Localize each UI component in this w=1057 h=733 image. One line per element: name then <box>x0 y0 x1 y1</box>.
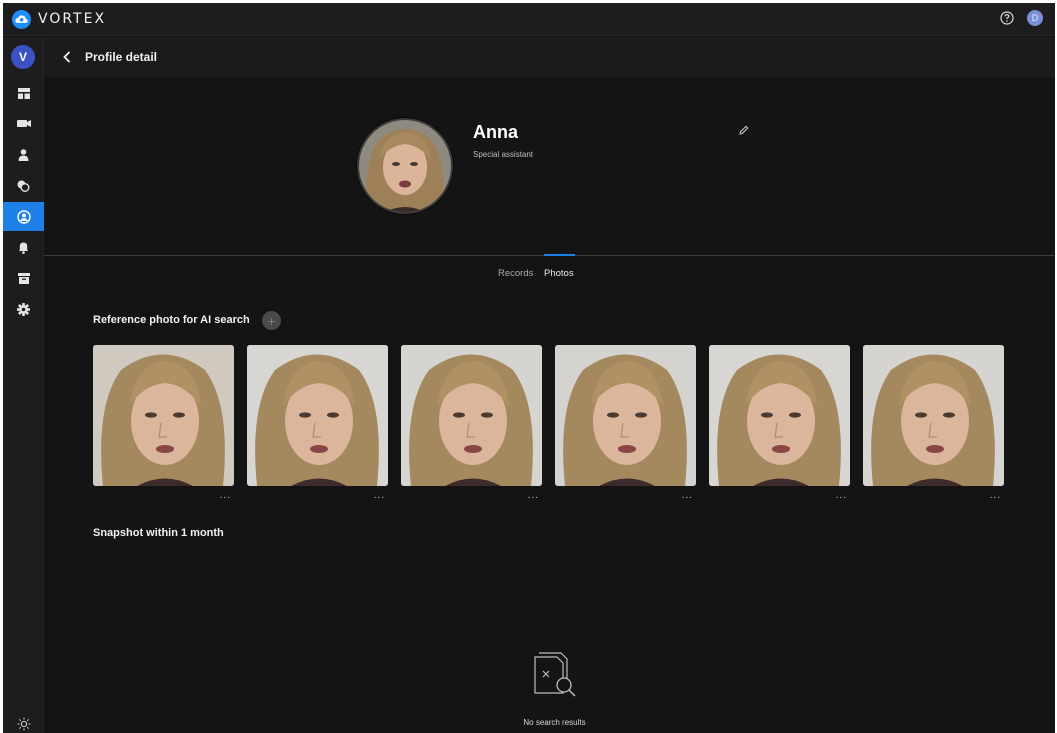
empty-state: No search results <box>492 649 617 727</box>
sidebar: V <box>3 37 44 733</box>
sidebar-item-archive[interactable] <box>3 264 44 293</box>
reference-photo[interactable] <box>93 345 234 486</box>
pencil-icon <box>739 125 749 135</box>
gear-icon <box>17 303 30 316</box>
photo-more-button[interactable]: ... <box>401 490 542 501</box>
edit-profile-button[interactable] <box>737 123 751 137</box>
sun-icon <box>17 717 30 731</box>
faces-icon <box>17 180 30 192</box>
sidebar-item-faces[interactable] <box>3 171 44 200</box>
reference-photo-title: Reference photo for AI search <box>93 314 250 326</box>
app-window: VORTEX D V Profile detail Anna Special a… <box>3 3 1055 733</box>
chevron-left-icon <box>63 51 71 63</box>
reference-photo[interactable] <box>401 345 542 486</box>
photo-more-button[interactable]: ... <box>555 490 696 501</box>
snapshot-title: Snapshot within 1 month <box>93 527 224 539</box>
tab-records[interactable]: Records <box>498 268 533 279</box>
sidebar-item-people[interactable] <box>3 140 44 169</box>
profile-summary: Anna Special assistant <box>44 77 1055 255</box>
page-header: Profile detail <box>44 37 1055 77</box>
person-icon <box>18 148 29 161</box>
brand[interactable]: VORTEX <box>12 9 107 29</box>
dashboard-icon <box>17 88 30 99</box>
sidebar-item-alerts[interactable] <box>3 233 44 262</box>
workspace-avatar[interactable]: V <box>11 45 35 69</box>
profile-name: Anna <box>473 122 518 142</box>
profile-role: Special assistant <box>473 150 534 159</box>
user-avatar[interactable]: D <box>1027 10 1043 26</box>
photo-more-button[interactable]: ... <box>863 490 1004 501</box>
sidebar-item-profiles[interactable] <box>3 202 44 231</box>
sidebar-item-settings[interactable] <box>3 295 44 324</box>
sidebar-item-dashboard[interactable] <box>3 79 44 108</box>
profile-tabs: Records Photos <box>44 254 1055 290</box>
reference-photo[interactable] <box>709 345 850 486</box>
add-reference-photo-button[interactable]: + <box>262 311 281 330</box>
top-bar: VORTEX D <box>3 3 1055 36</box>
back-button[interactable] <box>59 49 75 65</box>
photo-more-button[interactable]: ... <box>93 490 234 501</box>
reference-photo[interactable] <box>247 345 388 486</box>
archive-icon <box>17 273 30 284</box>
bell-icon <box>19 242 28 254</box>
profile-photo <box>357 118 453 214</box>
photo-more-button[interactable]: ... <box>709 490 850 501</box>
reference-photo[interactable] <box>863 345 1004 486</box>
active-tab-indicator <box>544 254 575 256</box>
main-content: Profile detail Anna Special assistant Re… <box>44 37 1055 733</box>
theme-toggle[interactable] <box>3 712 44 733</box>
help-icon[interactable] <box>999 10 1015 26</box>
reference-photo[interactable] <box>555 345 696 486</box>
empty-state-text: No search results <box>523 718 586 727</box>
photo-more-button[interactable]: ... <box>247 490 388 501</box>
brand-name: VORTEX <box>38 11 107 27</box>
camera-icon <box>16 120 31 127</box>
cloud-logo-icon <box>12 9 31 29</box>
profile-icon <box>16 209 31 224</box>
no-results-icon <box>533 652 576 697</box>
sidebar-item-cameras[interactable] <box>3 109 44 138</box>
page-title: Profile detail <box>85 50 158 64</box>
tab-photos[interactable]: Photos <box>544 268 574 279</box>
